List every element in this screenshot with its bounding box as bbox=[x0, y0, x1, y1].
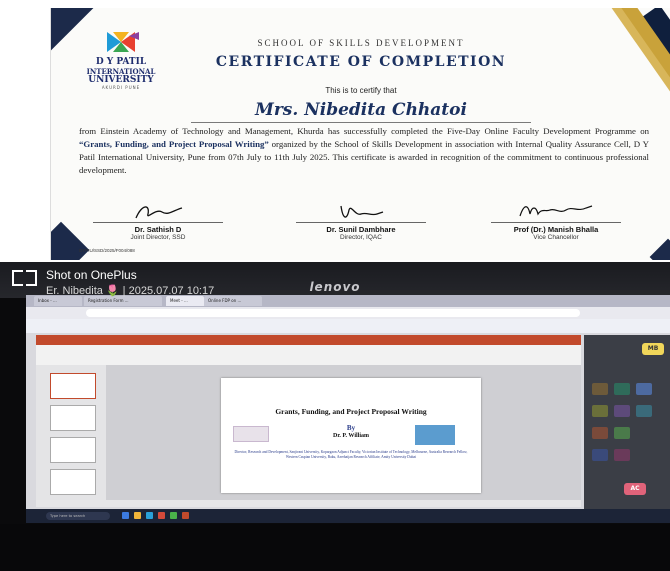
taskbar-app-icon[interactable] bbox=[146, 512, 153, 519]
meeting-toolbar bbox=[26, 319, 670, 333]
presenter-affiliation: Director, Research and Development, Sanj… bbox=[234, 450, 468, 459]
certificate: D Y PATIL INTERNATIONAL UNIVERSITY AKURD… bbox=[50, 8, 670, 260]
participant-tile[interactable] bbox=[636, 405, 652, 417]
taskbar-app-icon[interactable] bbox=[182, 512, 189, 519]
taskbar-app-icon[interactable] bbox=[122, 512, 129, 519]
signature-block: Dr. Sathish D Joint Director, SSD bbox=[93, 202, 223, 241]
participant-tile[interactable] bbox=[592, 405, 608, 417]
participant-tile[interactable] bbox=[592, 449, 608, 461]
signature-mark bbox=[93, 202, 223, 222]
participant-tile[interactable] bbox=[614, 405, 630, 417]
presentation-statusbar bbox=[36, 500, 581, 507]
certificate-body: from Einstein Academy of Technology and … bbox=[79, 125, 649, 177]
url-input[interactable] bbox=[86, 309, 580, 317]
windows-taskbar: Type here to search bbox=[26, 509, 670, 523]
slide-thumbnail[interactable] bbox=[50, 405, 96, 431]
decorative-stripe bbox=[649, 238, 670, 260]
participant-avatar[interactable]: MB bbox=[642, 343, 664, 355]
certificate-reference: DYPIU/SSD/2025/F004/088 bbox=[79, 248, 135, 253]
participant-tile[interactable] bbox=[614, 449, 630, 461]
signature-mark bbox=[491, 202, 621, 222]
slide-thumbnail[interactable] bbox=[50, 437, 96, 463]
monitor-photo: lenovo Inbox - ... Registration Form ...… bbox=[0, 262, 670, 571]
participant-tile[interactable] bbox=[592, 383, 608, 395]
monitor-screen: Inbox - ... Registration Form ... Meet -… bbox=[26, 295, 670, 523]
name-underline bbox=[191, 122, 531, 123]
signatory-name: Prof (Dr.) Manish Bhalla bbox=[491, 222, 621, 234]
taskbar-app-icon[interactable] bbox=[158, 512, 165, 519]
institution-logo bbox=[415, 425, 455, 445]
participant-tile[interactable] bbox=[614, 383, 630, 395]
body-text: from Einstein Academy of Technology and … bbox=[79, 126, 649, 136]
program-title: “Grants, Funding, and Project Proposal W… bbox=[79, 139, 269, 149]
watermark-author-date: Er. Nibedita 🌷 | 2025.07.07 10:17 bbox=[46, 285, 215, 297]
watermark-device: Shot on OnePlus bbox=[46, 268, 137, 282]
signatory-name: Dr. Sathish D bbox=[93, 222, 223, 234]
participants-panel: MB AC bbox=[584, 335, 670, 511]
recipient-name: Mrs. Nibedita Chhatoi bbox=[255, 100, 467, 120]
signatory-role: Joint Director, SSD bbox=[130, 234, 186, 241]
slide-thumbnails bbox=[36, 365, 106, 500]
slide-title: Grants, Funding, and Project Proposal Wr… bbox=[275, 407, 427, 416]
signature-block: Dr. Sunil Dambhare Director, IQAC bbox=[296, 202, 426, 241]
school-name: SCHOOL OF SKILLS DEVELOPMENT bbox=[257, 38, 465, 48]
certificate-title: CERTIFICATE OF COMPLETION bbox=[215, 54, 507, 70]
taskbar-search[interactable]: Type here to search bbox=[46, 512, 110, 520]
signatory-role: Director, IQAC bbox=[340, 234, 382, 241]
slide-thumbnail[interactable] bbox=[50, 469, 96, 495]
decorative-stripe bbox=[51, 221, 90, 260]
participant-tile[interactable] bbox=[614, 427, 630, 439]
participant-tile[interactable] bbox=[592, 427, 608, 439]
taskbar-app-icon[interactable] bbox=[134, 512, 141, 519]
signatory-name: Dr. Sunil Dambhare bbox=[296, 222, 426, 234]
taskbar-app-icon[interactable] bbox=[170, 512, 177, 519]
signatory-role: Vice Chancellor bbox=[533, 234, 579, 241]
participant-avatar[interactable]: AC bbox=[624, 483, 646, 495]
participant-tile[interactable] bbox=[636, 383, 652, 395]
signature-mark bbox=[296, 202, 426, 222]
certify-text: This is to certify that bbox=[325, 86, 397, 95]
address-bar-area bbox=[26, 307, 670, 319]
camera-watermark: Shot on OnePlus Er. Nibedita 🌷 | 2025.07… bbox=[12, 268, 342, 308]
monitor-bezel bbox=[0, 524, 670, 571]
oneplus-frame-icon bbox=[12, 270, 37, 286]
logo-text: UNIVERSITY bbox=[88, 75, 154, 85]
presentation-ribbon bbox=[36, 345, 581, 365]
signature-block: Prof (Dr.) Manish Bhalla Vice Chancellor bbox=[491, 202, 621, 241]
current-slide: Grants, Funding, and Project Proposal Wr… bbox=[221, 378, 481, 493]
slide-thumbnail[interactable] bbox=[50, 373, 96, 399]
